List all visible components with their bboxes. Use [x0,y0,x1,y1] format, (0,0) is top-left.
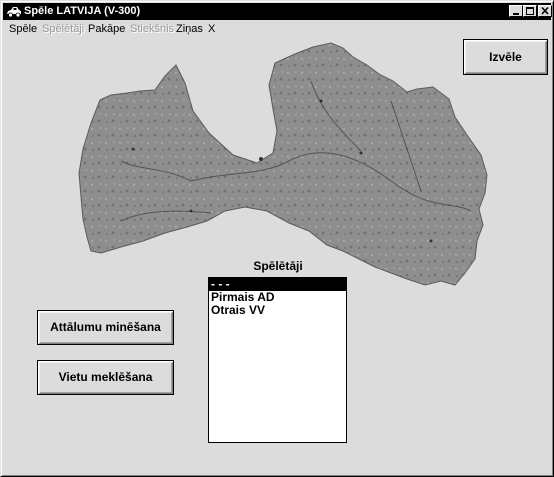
distance-guessing-button[interactable]: Attālumu minēšana [37,310,174,345]
players-listbox[interactable]: - - - Pirmais AD Otrais VV [208,277,347,443]
close-icon [541,6,549,15]
menu-item-stiekšnis[interactable]: Stiekšnis [130,22,174,36]
app-window: Spēle LATVIJA (V-300) Spēle Spēlētāji Pa… [0,0,554,477]
minimize-button[interactable] [509,5,523,17]
car-icon[interactable] [6,5,22,18]
maximize-icon [526,7,534,15]
menu-item-players[interactable]: Spēlētāji [42,22,84,36]
player-list-item[interactable]: Otrais VV [209,304,346,317]
players-label: Spēlētāji [253,259,303,273]
title-bar[interactable]: Spēle LATVIJA (V-300) [3,3,552,20]
menu-item-x[interactable]: X [208,22,215,36]
window-title: Spēle LATVIJA (V-300) [24,5,141,17]
menu-item-game[interactable]: Spēle [9,22,37,36]
close-button[interactable] [538,5,552,17]
menu-item-level[interactable]: Pakāpe [88,22,125,36]
menu-item-news[interactable]: Ziņas [176,22,203,36]
minimize-icon [513,13,519,15]
menu-bar: Spēle Spēlētāji Pakāpe Stiekšnis Ziņas X [3,21,551,37]
maximize-button[interactable] [523,5,537,17]
place-search-button[interactable]: Vietu meklēšana [37,360,174,395]
